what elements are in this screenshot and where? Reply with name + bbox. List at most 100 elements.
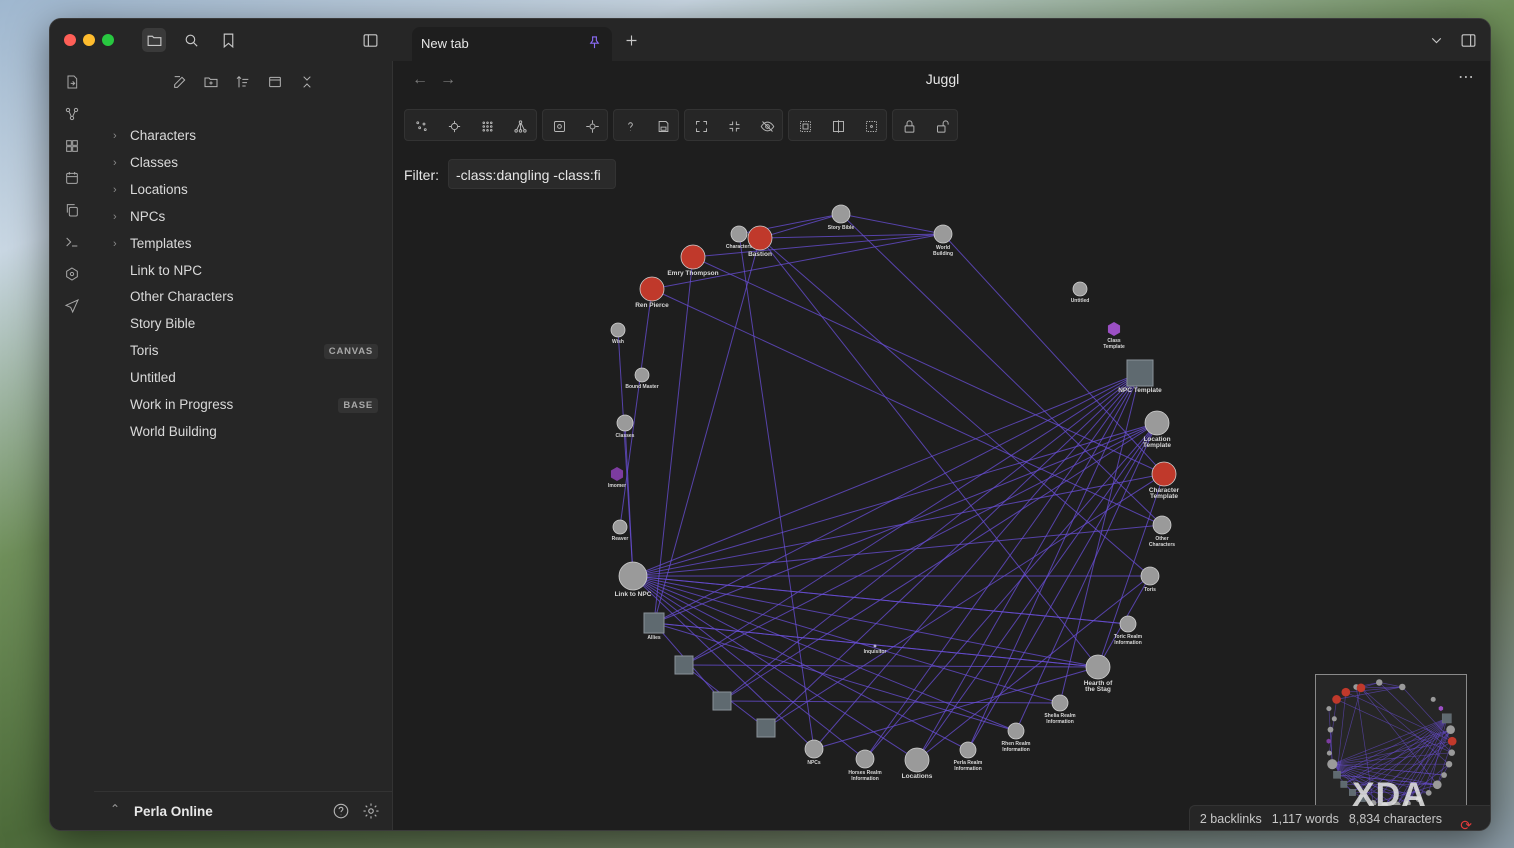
graph-node[interactable]: [612, 519, 628, 535]
lock-icon[interactable]: [899, 116, 919, 136]
focus-icon[interactable]: [582, 116, 602, 136]
tree-folder-npcs[interactable]: › NPCs: [108, 205, 378, 229]
new-note-icon[interactable]: [169, 71, 191, 93]
graph-node[interactable]: [674, 655, 694, 675]
graph-node[interactable]: [618, 561, 648, 591]
tree-file-story-bible[interactable]: Story Bible: [108, 312, 378, 336]
tree-file-world-building[interactable]: World Building: [108, 420, 378, 444]
sort-icon[interactable]: [232, 71, 254, 93]
help-icon[interactable]: [332, 802, 350, 825]
expand-icon[interactable]: [691, 116, 711, 136]
sync-error-icon[interactable]: ⟳: [1460, 812, 1472, 830]
chevron-down-icon[interactable]: [1424, 28, 1448, 52]
graph-node[interactable]: [610, 467, 624, 481]
help-question-icon[interactable]: [620, 116, 640, 136]
vault-switch-icon[interactable]: ⌃: [110, 802, 120, 816]
unlock-icon[interactable]: [932, 116, 952, 136]
graph-node[interactable]: [1126, 359, 1154, 387]
juggl-icon[interactable]: [61, 263, 83, 285]
graph-node[interactable]: [1144, 410, 1170, 436]
settings-gear-icon[interactable]: [362, 802, 380, 825]
invert-selection-icon[interactable]: [828, 116, 848, 136]
tree-item-label: Story Bible: [130, 316, 196, 331]
graph-node[interactable]: [1051, 694, 1069, 712]
tree-file-work-in-progress[interactable]: Work in Progress BASE: [108, 393, 378, 417]
graph-node[interactable]: [959, 741, 977, 759]
graph-node[interactable]: [1152, 515, 1172, 535]
vault-switcher[interactable]: ⌃ Perla Online: [94, 791, 392, 830]
graph-node[interactable]: [1072, 281, 1088, 297]
send-icon[interactable]: [61, 295, 83, 317]
select-all-icon[interactable]: [795, 116, 815, 136]
layout-hierarchy-icon[interactable]: [510, 116, 530, 136]
tree-folder-classes[interactable]: › Classes: [108, 151, 378, 175]
tree-folder-templates[interactable]: › Templates: [108, 232, 378, 256]
tree-file-link-to-npc[interactable]: Link to NPC: [108, 259, 378, 283]
hide-icon[interactable]: [757, 116, 777, 136]
collapse-icon[interactable]: [724, 116, 744, 136]
graph-node[interactable]: [756, 718, 776, 738]
layout-random-icon[interactable]: [411, 116, 431, 136]
graph-node[interactable]: [680, 244, 706, 270]
graph-node[interactable]: [747, 225, 773, 251]
bookmark-icon[interactable]: [216, 28, 240, 52]
watermark-logo: XDA: [1352, 776, 1427, 814]
minimize-window-button[interactable]: [83, 34, 95, 46]
tree-folder-characters[interactable]: › Characters: [108, 124, 378, 148]
status-bar: 2 backlinks 1,117 words 8,834 characters ⟳: [1188, 805, 1490, 830]
graph-node[interactable]: [933, 224, 953, 244]
search-icon[interactable]: [179, 28, 203, 52]
graph-node[interactable]: [1085, 654, 1111, 680]
graph-node[interactable]: [1007, 722, 1025, 740]
copy-icon[interactable]: [61, 199, 83, 221]
graph-node[interactable]: [634, 367, 650, 383]
backlinks-count[interactable]: 2 backlinks: [1200, 812, 1262, 826]
more-options-icon[interactable]: ⋯: [1458, 67, 1474, 87]
graph-node-label: Toris: [1144, 587, 1156, 593]
graph-edge: [864, 422, 1158, 760]
fit-view-icon[interactable]: [549, 116, 569, 136]
graph-node[interactable]: [639, 276, 665, 302]
graph-view-icon[interactable]: [61, 103, 83, 125]
close-window-button[interactable]: [64, 34, 76, 46]
graph-node[interactable]: [1119, 615, 1137, 633]
tree-folder-locations[interactable]: › Locations: [108, 178, 378, 202]
new-tab-icon[interactable]: [619, 28, 643, 52]
tree-file-other-characters[interactable]: Other Characters: [108, 285, 378, 309]
right-sidebar-toggle-icon[interactable]: [1456, 28, 1480, 52]
new-folder-icon[interactable]: [200, 71, 222, 93]
graph-node[interactable]: [831, 204, 851, 224]
open-note-icon[interactable]: [61, 71, 83, 93]
filter-input[interactable]: -class:dangling -class:fi: [448, 159, 616, 189]
graph-node[interactable]: [1151, 461, 1177, 487]
collapse-view-icon[interactable]: [264, 71, 286, 93]
graph-node[interactable]: [610, 322, 626, 338]
layout-grid-icon[interactable]: [477, 116, 497, 136]
collapse-all-icon[interactable]: [296, 71, 318, 93]
graph-node[interactable]: [904, 747, 930, 773]
graph-node[interactable]: [873, 644, 877, 648]
terminal-icon[interactable]: [61, 231, 83, 253]
calendar-icon[interactable]: [61, 167, 83, 189]
tab-new[interactable]: New tab: [412, 27, 612, 61]
select-neighbors-icon[interactable]: [861, 116, 881, 136]
graph-node[interactable]: [855, 749, 875, 769]
layout-force-icon[interactable]: [444, 116, 464, 136]
maximize-window-button[interactable]: [102, 34, 114, 46]
canvas-icon[interactable]: [61, 135, 83, 157]
graph-node[interactable]: [1107, 322, 1121, 336]
graph-node[interactable]: [616, 414, 634, 432]
pin-icon[interactable]: [587, 35, 602, 53]
graph-node[interactable]: [730, 225, 748, 243]
graph-node[interactable]: [1140, 566, 1160, 586]
save-icon[interactable]: [653, 116, 673, 136]
graph-edge: [864, 372, 1141, 760]
graph-node[interactable]: [712, 691, 732, 711]
tree-file-toris[interactable]: Toris CANVAS: [108, 339, 378, 363]
graph-node[interactable]: [643, 612, 665, 634]
graph-node: [1333, 771, 1341, 779]
graph-node[interactable]: [804, 739, 824, 759]
tree-file-untitled[interactable]: Untitled: [108, 366, 378, 390]
folder-icon[interactable]: [142, 28, 166, 52]
sidebar-toggle-icon[interactable]: [358, 28, 382, 52]
